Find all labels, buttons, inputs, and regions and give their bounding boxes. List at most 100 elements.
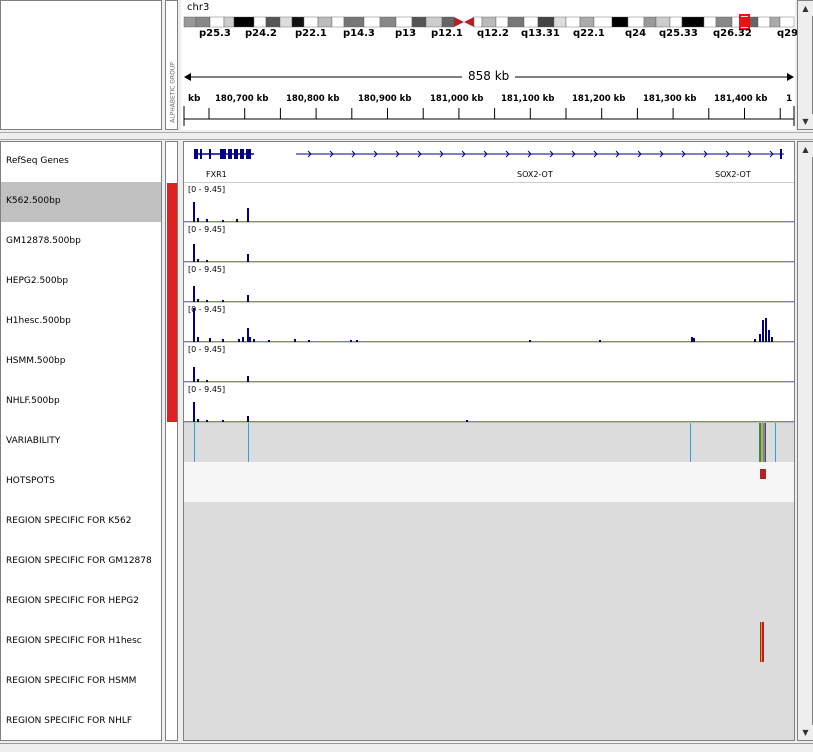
- annotation-track-label[interactable]: REGION SPECIFIC FOR HSMM: [6, 676, 136, 686]
- ideogram-band-label: p24.2: [245, 28, 277, 39]
- signal-peak: [193, 402, 195, 422]
- main-scrollbar[interactable]: ▲ ▼: [797, 141, 813, 741]
- signal-peak: [247, 328, 249, 342]
- span-label: 858 kb: [462, 69, 516, 83]
- annotation-track-label[interactable]: VARIABILITY: [6, 436, 60, 446]
- signal-track-lane[interactable]: [0 - 9.45]: [184, 342, 794, 383]
- signal-track-lane[interactable]: [0 - 9.45]: [184, 262, 794, 303]
- signal-bars: [184, 244, 794, 263]
- fxr1-exon: [194, 149, 198, 159]
- signal-peak: [759, 334, 761, 342]
- variability-line: [759, 423, 761, 463]
- ideogram-band-label: q25.33: [659, 28, 698, 39]
- annotation-track-label[interactable]: REGION SPECIFIC FOR NHLF: [6, 716, 132, 726]
- ideogram-band-label: q24: [625, 28, 647, 39]
- region-mark-h1hesc-inner: [761, 622, 762, 662]
- signal-peak: [762, 320, 764, 342]
- track-name-row[interactable]: GM12878.500bp: [1, 222, 161, 262]
- fxr1-exon: [220, 149, 226, 159]
- variability-line: [690, 423, 691, 463]
- signal-peak: [247, 254, 249, 262]
- ruler-tick-labels: 180,700 kb 180,800 kb 180,900 kb 181,000 kb…: [181, 94, 795, 106]
- track-name-row[interactable]: HEPG2.500bp: [1, 262, 161, 302]
- ideogram-band-label: q13.31: [521, 28, 560, 39]
- fxr1-exon: [246, 149, 251, 159]
- ideogram-band-label: q26.32: [713, 28, 752, 39]
- ideogram-band-label: q12.2: [477, 28, 509, 39]
- scroll-down-arrow[interactable]: ▼: [798, 114, 813, 129]
- track-name-label: NHLF.500bp: [6, 396, 60, 406]
- signal-bars: [184, 202, 794, 223]
- annotation-track-label[interactable]: REGION SPECIFIC FOR H1hesc: [6, 636, 142, 646]
- variability-line: [763, 423, 765, 463]
- ideogram-band-label: p25.3: [199, 28, 231, 39]
- panel-divider[interactable]: [0, 132, 813, 140]
- annotation-track-label[interactable]: HOTSPOTS: [6, 476, 55, 486]
- ideogram-band-label: p13: [395, 28, 417, 39]
- track-name-label: HSMM.500bp: [6, 356, 66, 366]
- ruler-tick-label: 181,400 kb: [714, 94, 768, 104]
- header-attribute-panel: ALPHABETIC GROUP: [165, 0, 178, 130]
- ruler-tick-label: 181,100 kb: [501, 94, 555, 104]
- refseq-gene-track[interactable]: [184, 142, 795, 182]
- signal-peak: [193, 244, 195, 262]
- fxr1-exon: [209, 149, 211, 159]
- signal-peak: [193, 286, 195, 302]
- ideogram-band-labels: p25.3 p24.2 p22.1 p14.3 p13 p12.1 q12.2 q13.31 q…: [181, 0, 799, 40]
- signal-bars: [184, 308, 794, 343]
- gene-label-fxr1: FXR1: [206, 170, 227, 179]
- ideogram-band-label: p22.1: [295, 28, 327, 39]
- ruler-right-stub: 1: [786, 94, 793, 104]
- ruler-tick-label: 180,800 kb: [286, 94, 340, 104]
- signal-track-lane[interactable]: [0 - 9.45]: [184, 222, 794, 263]
- ruler-tick-label: 181,000 kb: [430, 94, 484, 104]
- attribute-panel: [165, 141, 178, 741]
- scroll-down-arrow[interactable]: ▼: [798, 725, 813, 740]
- ruler-ticks: [183, 106, 795, 126]
- gene-label-sox2ot-1: SOX2-OT: [517, 170, 553, 179]
- ruler-tick-label: 180,700 kb: [215, 94, 269, 104]
- variability-line: [765, 423, 766, 463]
- track-name-row[interactable]: K562.500bp: [1, 182, 161, 222]
- sox2ot-exon: [780, 149, 782, 159]
- annotation-track-label[interactable]: REGION SPECIFIC FOR GM12878: [6, 556, 152, 566]
- variability-track[interactable]: [184, 422, 794, 463]
- gene-label-sox2ot-2: SOX2-OT: [715, 170, 751, 179]
- region-specific-area[interactable]: [184, 502, 794, 740]
- signal-bars: [184, 286, 794, 303]
- signal-peak: [247, 295, 249, 302]
- track-name-row[interactable]: HSMM.500bp: [1, 342, 161, 382]
- annotation-track-label[interactable]: REGION SPECIFIC FOR HEPG2: [6, 596, 139, 606]
- fxr1-exon: [234, 149, 238, 159]
- scroll-up-arrow[interactable]: ▲: [798, 142, 813, 157]
- annotation-track-label[interactable]: REGION SPECIFIC FOR K562: [6, 516, 131, 526]
- group-color-bar[interactable]: [167, 182, 177, 422]
- ideogram-band-label: p12.1: [431, 28, 463, 39]
- signal-peak: [768, 330, 770, 342]
- track-name-refseq[interactable]: RefSeq Genes: [6, 156, 69, 166]
- hotspots-track[interactable]: [184, 462, 794, 502]
- signal-track-lane[interactable]: [0 - 9.45]: [184, 302, 794, 343]
- variability-line: [194, 423, 195, 463]
- track-name-row[interactable]: NHLF.500bp: [1, 382, 161, 422]
- bottom-strip: [0, 743, 813, 752]
- fxr1-exon: [240, 149, 244, 159]
- variability-line: [775, 423, 776, 463]
- signal-peak: [193, 367, 195, 382]
- span-indicator: 858 kb: [184, 69, 794, 84]
- variability-marks: [194, 423, 776, 463]
- track-name-row[interactable]: H1hesc.500bp: [1, 302, 161, 342]
- scroll-up-arrow[interactable]: ▲: [798, 1, 813, 16]
- fxr1-exon: [200, 149, 202, 159]
- fxr1-exon: [228, 149, 232, 159]
- signal-track-lane[interactable]: [0 - 9.45]: [184, 182, 794, 223]
- track-name-panel: RefSeq Genes K562.500bp GM12878.500bp HEPG…: [0, 141, 162, 741]
- ruler-tick-label: 180,900 kb: [358, 94, 412, 104]
- track-name-label: K562.500bp: [6, 196, 61, 206]
- ideogram-band-label: q29: [777, 28, 799, 39]
- ideogram-band-label: p14.3: [343, 28, 375, 39]
- header-scrollbar[interactable]: ▲ ▼: [797, 0, 813, 130]
- ruler-tick-label: 181,300 kb: [643, 94, 697, 104]
- variability-line: [761, 423, 763, 463]
- signal-track-lane[interactable]: [0 - 9.45]: [184, 382, 794, 423]
